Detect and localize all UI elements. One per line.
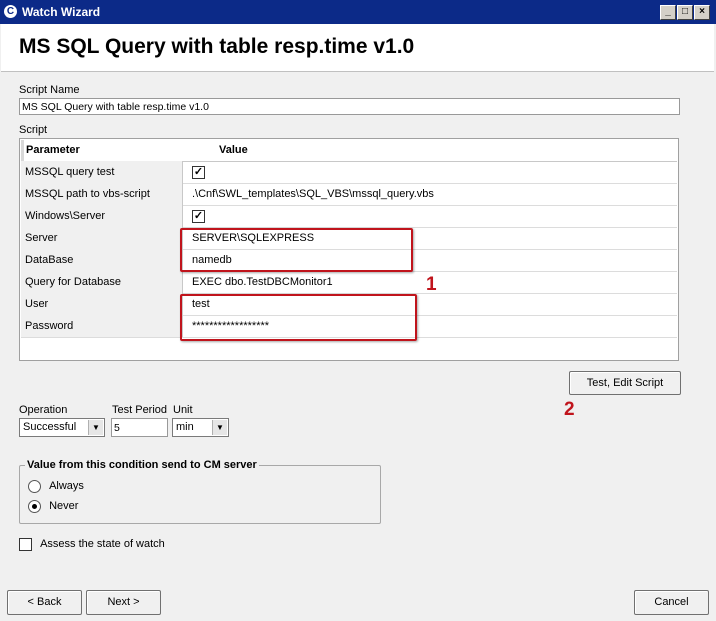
param-cell: User xyxy=(21,293,183,315)
close-icon[interactable]: × xyxy=(694,5,710,20)
column-header-value: Value xyxy=(219,144,248,156)
param-cell: Query for Database xyxy=(21,271,183,293)
operation-label: Operation xyxy=(19,404,68,416)
value-cell[interactable]: .\Cnf\SWL_templates\SQL_VBS\mssql_query.… xyxy=(184,183,677,205)
grid-row-query[interactable]: Query for Database EXEC dbo.TestDBCMonit… xyxy=(21,271,677,294)
wizard-header: MS SQL Query with table resp.time v1.0 xyxy=(1,24,714,72)
test-period-label: Test Period xyxy=(112,404,168,416)
value-cell[interactable]: ✓ xyxy=(184,161,677,183)
window-title: Watch Wizard xyxy=(22,5,101,19)
title-bar: C Watch Wizard _ □ × xyxy=(0,0,716,24)
cancel-button[interactable]: Cancel xyxy=(634,590,709,615)
test-period-input[interactable]: 5 xyxy=(111,418,168,437)
maximize-icon[interactable]: □ xyxy=(677,5,693,20)
param-cell: MSSQL query test xyxy=(21,161,183,183)
chevron-down-icon[interactable]: ▼ xyxy=(88,420,103,435)
radio-never[interactable]: Never xyxy=(28,500,78,513)
radio-always[interactable]: Always xyxy=(28,480,84,493)
grid-row-windows-auth[interactable]: Windows\Server authentification ✓ xyxy=(21,205,677,244)
back-button[interactable]: < Back xyxy=(7,590,82,615)
grid-header: Parameter Value xyxy=(21,140,677,162)
operation-value: Successful xyxy=(23,421,77,433)
assess-state-checkbox[interactable] xyxy=(19,538,32,551)
chevron-down-icon[interactable]: ▼ xyxy=(212,420,227,435)
param-cell: Password xyxy=(21,315,183,337)
grid-row-vbs-path[interactable]: MSSQL path to vbs-script .\Cnf\SWL_templ… xyxy=(21,183,677,206)
next-button[interactable]: Next > xyxy=(86,590,161,615)
assess-state-label: Assess the state of watch xyxy=(40,538,165,551)
script-label: Script xyxy=(19,124,48,136)
column-header-parameter: Parameter xyxy=(26,144,80,156)
grid-row-mssql-query-test[interactable]: MSSQL query test ✓ xyxy=(21,161,677,184)
mssql-query-test-checkbox[interactable]: ✓ xyxy=(192,165,205,179)
app-logo-icon: C xyxy=(4,5,17,18)
radio-always-label: Always xyxy=(49,480,84,493)
page-title: MS SQL Query with table resp.time v1.0 xyxy=(19,35,415,58)
unit-label: Unit xyxy=(173,404,193,416)
script-name-label: Script Name xyxy=(19,84,80,96)
annotation-number-two: 2 xyxy=(564,399,575,420)
param-cell: DataBase xyxy=(21,249,183,271)
assess-state-checkbox-row[interactable]: Assess the state of watch xyxy=(19,538,165,551)
param-cell: Windows\Server authentification xyxy=(21,205,183,244)
annotation-box-server-database xyxy=(180,228,413,272)
minimize-icon[interactable]: _ xyxy=(660,5,676,20)
annotation-box-credentials xyxy=(180,294,417,341)
unit-value: min xyxy=(176,421,194,433)
param-cell: Server xyxy=(21,227,183,249)
param-cell: MSSQL path to vbs-script xyxy=(21,183,183,205)
test-edit-script-button[interactable]: Test, Edit Script xyxy=(569,371,681,395)
radio-never-label: Never xyxy=(49,500,79,513)
windows-auth-checkbox[interactable]: ✓ xyxy=(192,209,205,223)
condition-group-title: Value from this condition send to CM ser… xyxy=(25,459,259,471)
condition-groupbox xyxy=(19,465,381,524)
radio-never-icon[interactable] xyxy=(28,500,41,513)
unit-select[interactable]: min ▼ xyxy=(172,418,229,437)
radio-always-icon[interactable] xyxy=(28,480,41,493)
value-cell[interactable]: ✓ xyxy=(184,205,677,227)
annotation-number-one: 1 xyxy=(426,274,437,295)
script-name-input[interactable]: MS SQL Query with table resp.time v1.0 xyxy=(19,98,680,115)
operation-select[interactable]: Successful ▼ xyxy=(19,418,105,437)
